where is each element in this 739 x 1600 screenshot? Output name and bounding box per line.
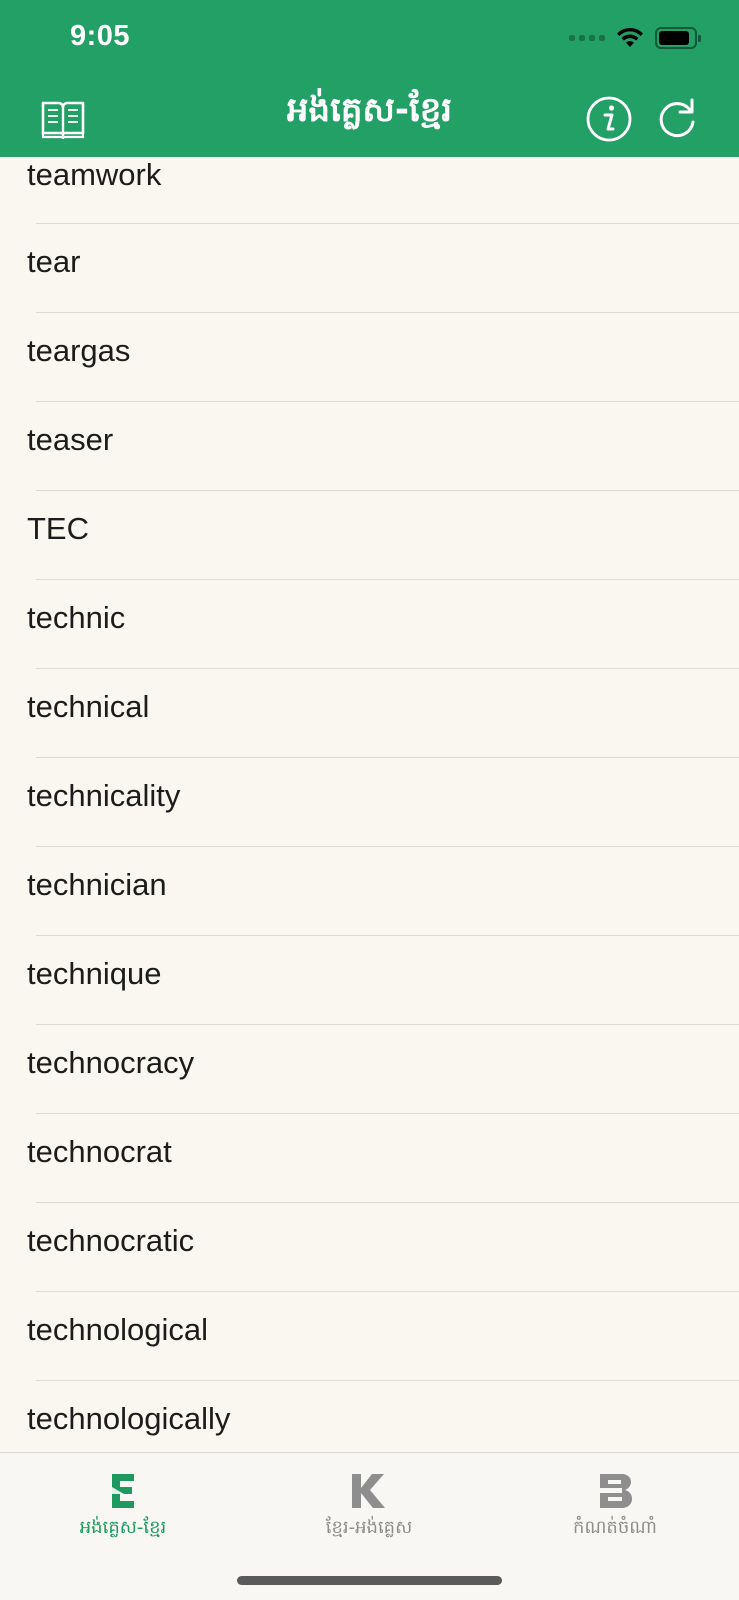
list-item[interactable]: technocrat xyxy=(0,1114,739,1203)
word-label: TEC xyxy=(27,511,89,546)
home-indicator[interactable] xyxy=(237,1576,502,1585)
refresh-icon[interactable] xyxy=(652,94,702,144)
status-indicators xyxy=(569,26,703,50)
word-label: technique xyxy=(27,956,162,991)
word-label: technologically xyxy=(27,1401,231,1436)
list-item[interactable]: teaser xyxy=(0,402,739,491)
wifi-icon xyxy=(617,27,643,47)
word-label: teargas xyxy=(27,333,131,368)
cellular-signal-icon xyxy=(569,35,605,41)
list-item[interactable]: teargas xyxy=(0,313,739,402)
list-item[interactable]: technic xyxy=(0,580,739,669)
tab-label: ខ្មែរ-អង់គ្លេស xyxy=(325,1517,413,1538)
word-list[interactable]: teamwork tear teargas teaser TEC technic… xyxy=(0,157,739,1452)
tab-khmer-english[interactable]: ខ្មែរ-អង់គ្លេស xyxy=(246,1463,492,1553)
battery-icon xyxy=(655,27,701,49)
letter-k-icon xyxy=(352,1474,385,1508)
word-label: technocracy xyxy=(27,1045,195,1080)
info-icon[interactable] xyxy=(584,94,634,144)
word-label: teamwork xyxy=(27,157,162,192)
list-item[interactable]: technocracy xyxy=(0,1025,739,1114)
tab-bookmarks[interactable]: កំណត់ចំណាំ xyxy=(492,1463,738,1553)
list-item[interactable]: technicality xyxy=(0,758,739,847)
letter-e-icon xyxy=(112,1474,134,1508)
word-label: technical xyxy=(27,689,150,724)
list-item[interactable]: tear xyxy=(0,224,739,313)
letter-b-icon xyxy=(600,1474,632,1508)
status-time: 9:05 xyxy=(70,20,131,52)
list-item[interactable]: technologically xyxy=(0,1381,739,1452)
list-item[interactable]: technical xyxy=(0,669,739,758)
word-label: technician xyxy=(27,867,167,902)
list-item[interactable]: TEC xyxy=(0,491,739,580)
header-bar: 9:05 អង់គ្លេស-ខ្មែរ xyxy=(0,0,739,157)
tab-english-khmer[interactable]: អង់គ្លេស-ខ្មែរ xyxy=(0,1463,246,1553)
list-item[interactable]: technocratic xyxy=(0,1203,739,1292)
screen: 9:05 អង់គ្លេស-ខ្មែរ teamwork tear tearga… xyxy=(0,0,739,1600)
list-item[interactable]: technique xyxy=(0,936,739,1025)
word-label: tear xyxy=(27,244,81,279)
word-label: technological xyxy=(27,1312,208,1347)
list-item[interactable]: technological xyxy=(0,1292,739,1381)
tab-label: កំណត់ចំណាំ xyxy=(573,1517,657,1538)
word-label: technocrat xyxy=(27,1134,172,1169)
word-label: technic xyxy=(27,600,126,635)
word-label: teaser xyxy=(27,422,114,457)
tab-label: អង់គ្លេស-ខ្មែរ xyxy=(79,1517,167,1538)
word-label: technocratic xyxy=(27,1223,195,1258)
list-item[interactable]: technician xyxy=(0,847,739,936)
list-item[interactable]: teamwork xyxy=(0,157,739,229)
word-label: technicality xyxy=(27,778,181,813)
